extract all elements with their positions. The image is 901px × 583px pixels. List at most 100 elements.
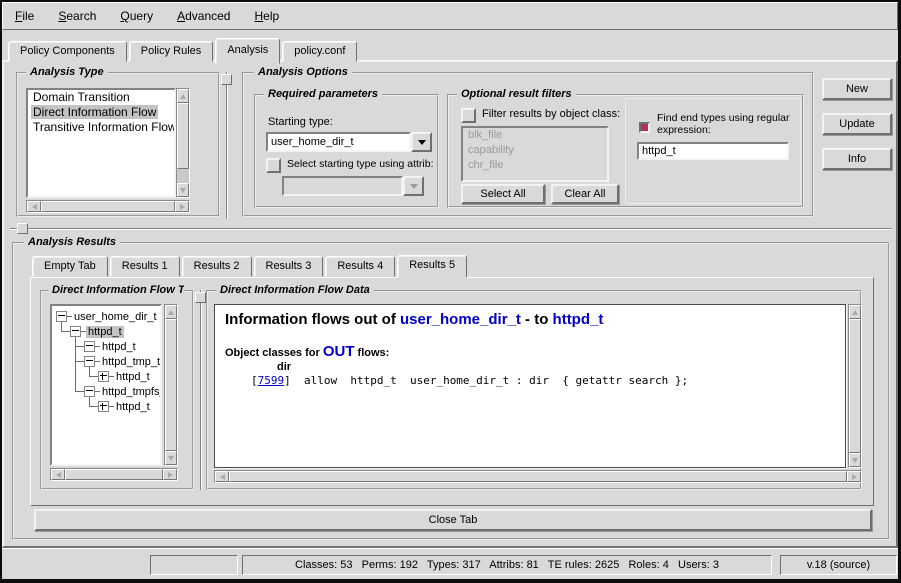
filter-by-class-checkbox[interactable] [461, 108, 476, 123]
analysis-options-title: Analysis Options [254, 66, 352, 79]
attrib-combobox [282, 176, 424, 196]
tab-policy-components[interactable]: Policy Components [8, 41, 127, 62]
flow-tree: user_home_dir_t httpd_t httpd_t httpd_tm… [50, 304, 162, 466]
menu-search[interactable]: Search [56, 3, 98, 29]
scroll-down-icon[interactable] [177, 183, 189, 197]
combobox-arrow-icon[interactable] [411, 132, 432, 152]
object-class-item: blk_file [463, 128, 607, 143]
attrib-checkbox-label[interactable]: Select starting type using attrib: [287, 158, 434, 170]
list-item-direct-information-flow[interactable]: Direct Information Flow [28, 105, 174, 120]
tree-hscrollbar[interactable] [50, 468, 178, 481]
flow-tree-title: Direct Information Flow Tree [48, 284, 184, 297]
scroll-up-icon[interactable] [165, 305, 177, 319]
scroll-left-icon[interactable] [51, 469, 65, 480]
info-button[interactable]: Info [822, 148, 892, 170]
analysis-type-hscrollbar[interactable] [26, 200, 190, 213]
flow-data-text[interactable]: Information flows out of user_home_dir_t… [214, 304, 846, 468]
tree-collapse-icon[interactable] [84, 356, 95, 367]
vertical-sash-handle[interactable] [221, 74, 232, 85]
tree-node: httpd_t [52, 399, 160, 414]
tab-results-4[interactable]: Results 4 [325, 256, 395, 277]
menu-help[interactable]: Help [252, 3, 281, 29]
rule-number-link[interactable]: 7599 [258, 374, 285, 387]
tab-policy-rules[interactable]: Policy Rules [129, 41, 214, 62]
tab-results-3[interactable]: Results 3 [254, 256, 324, 277]
required-parameters-title: Required parameters [264, 88, 382, 101]
select-all-button[interactable]: Select All [461, 184, 545, 204]
scroll-right-icon[interactable] [847, 471, 861, 482]
combobox-arrow-icon [403, 176, 424, 196]
horizontal-sash-handle[interactable] [17, 223, 28, 234]
filter-by-class-label[interactable]: Filter results by object class: [482, 108, 620, 120]
tree-node-label[interactable]: httpd_t [114, 371, 152, 383]
scroll-down-icon[interactable] [165, 451, 177, 465]
main-tab-bar: Policy Components Policy Rules Analysis … [8, 36, 359, 62]
regex-checkbox[interactable] [639, 122, 650, 133]
tree-node: httpd_tmpfs_t [52, 384, 160, 399]
scroll-thumb[interactable] [849, 319, 861, 453]
status-version: v.18 (source) [780, 555, 897, 575]
scroll-thumb[interactable] [229, 471, 847, 482]
tab-results-1[interactable]: Results 1 [110, 256, 180, 277]
analysis-type-panel: Analysis Type Domain Transition Direct I… [16, 72, 220, 217]
scroll-left-icon[interactable] [215, 471, 229, 482]
flow-source-type: user_home_dir_t [400, 311, 521, 328]
scroll-up-icon[interactable] [849, 305, 861, 319]
status-empty-box [150, 555, 238, 575]
tree-node-label[interactable]: httpd_t [114, 401, 152, 413]
menu-file[interactable]: File [13, 3, 36, 29]
scroll-thumb[interactable] [65, 469, 163, 480]
analysis-results-panel: Analysis Results Empty Tab Results 1 Res… [12, 242, 890, 540]
close-tab-button[interactable]: Close Tab [34, 509, 872, 531]
starting-type-value[interactable]: user_home_dir_t [266, 132, 411, 152]
scroll-down-icon[interactable] [849, 453, 861, 467]
tree-node-label[interactable]: user_home_dir_t [72, 311, 159, 323]
scroll-thumb[interactable] [41, 201, 175, 212]
tree-node-label[interactable]: httpd_t [100, 341, 138, 353]
analysis-type-vscrollbar[interactable] [176, 88, 190, 198]
attrib-checkbox-row: Select starting type using attrib: [266, 158, 438, 173]
clear-all-button[interactable]: Clear All [551, 184, 619, 204]
scroll-thumb[interactable] [177, 103, 189, 169]
tree-node-label[interactable]: httpd_tmp_t [100, 356, 162, 368]
regex-input[interactable]: httpd_t [637, 142, 789, 160]
tree-expand-icon[interactable] [98, 401, 109, 412]
tab-policy-conf[interactable]: policy.conf [282, 41, 357, 62]
scroll-thumb[interactable] [165, 319, 177, 451]
tree-expand-icon[interactable] [98, 371, 109, 382]
list-item-transitive-information-flow[interactable]: Transitive Information Flow [28, 120, 174, 135]
scroll-right-icon[interactable] [163, 469, 177, 480]
starting-type-label: Starting type: [268, 116, 333, 128]
tree-collapse-icon[interactable] [84, 386, 95, 397]
menu-advanced[interactable]: Advanced [175, 3, 232, 29]
starting-type-combobox[interactable]: user_home_dir_t [266, 132, 432, 152]
data-vscrollbar[interactable] [848, 304, 862, 468]
tab-results-2[interactable]: Results 2 [182, 256, 252, 277]
tab-empty[interactable]: Empty Tab [32, 256, 108, 277]
tree-collapse-icon[interactable] [56, 311, 67, 322]
regex-checkbox-label[interactable]: Find end types using regular expression: [657, 112, 795, 136]
menu-query[interactable]: Query [118, 3, 155, 29]
results-sash-handle[interactable] [195, 292, 206, 303]
object-class-listbox: blk_file capability chr_file [461, 126, 609, 182]
attrib-checkbox[interactable] [266, 158, 281, 173]
app-window: File Search Query Advanced Help Policy C… [0, 0, 901, 583]
tab-analysis[interactable]: Analysis [215, 38, 280, 64]
list-item-domain-transition[interactable]: Domain Transition [28, 90, 174, 105]
scroll-left-icon[interactable] [27, 201, 41, 212]
tree-collapse-icon[interactable] [70, 326, 81, 337]
scroll-right-icon[interactable] [175, 201, 189, 212]
results-tab-bar: Empty Tab Results 1 Results 2 Results 3 … [32, 255, 469, 277]
tree-vscrollbar[interactable] [164, 304, 178, 466]
tree-collapse-icon[interactable] [84, 341, 95, 352]
tab-results-5[interactable]: Results 5 [397, 255, 467, 278]
filter-checkbox-row: Filter results by object class: [461, 108, 620, 123]
tree-node-label[interactable]: httpd_t [86, 326, 124, 338]
data-hscrollbar[interactable] [214, 470, 862, 483]
update-button[interactable]: Update [822, 113, 892, 135]
tree-node: httpd_t [52, 339, 160, 354]
tree-node-label[interactable]: httpd_tmpfs_t [100, 386, 162, 398]
tree-node: httpd_tmp_t [52, 354, 160, 369]
scroll-up-icon[interactable] [177, 89, 189, 103]
new-button[interactable]: New [822, 78, 892, 100]
